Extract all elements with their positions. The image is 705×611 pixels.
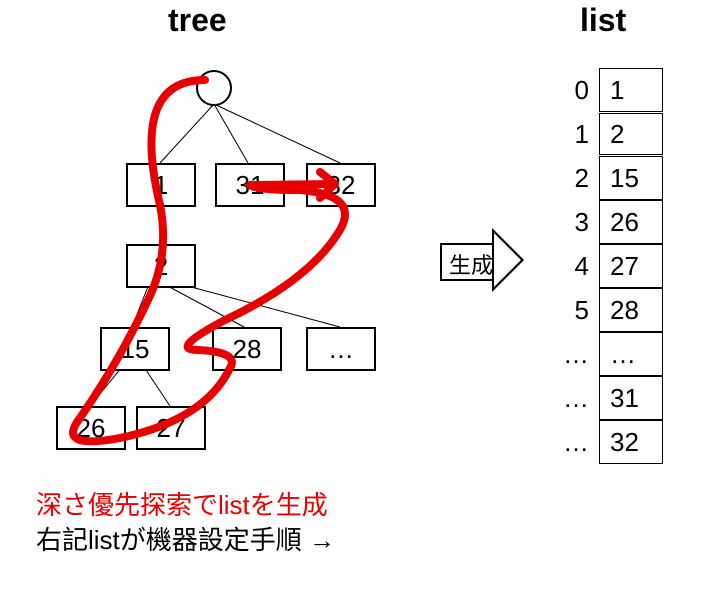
tree-node-1: 1 [126,163,196,207]
tree-node-15: 15 [100,327,170,371]
tree-node-2: 2 [126,244,196,288]
list-row: 326 [545,200,663,244]
tree-node-27: 27 [136,406,206,450]
tree-node-26: 26 [56,406,126,450]
caption-black: 右記listが機器設定手順 → [36,520,335,557]
list-row: 01 [545,68,663,112]
list-row: 215 [545,156,663,200]
list-row: 427 [545,244,663,288]
title-tree: tree [168,2,227,39]
generate-arrow: 生成 [440,230,525,290]
tree-root [196,70,232,106]
output-list: 01 12 215 326 427 528 …… …31 …32 [545,68,663,464]
tree-node-more: … [306,327,376,371]
arrow-label: 生成 [440,248,502,280]
caption-red: 深さ優先探索でlistを生成 [36,485,328,522]
tree-node-32: 32 [306,163,376,207]
tree-node-31: 31 [215,163,285,207]
list-row: 528 [545,288,663,332]
tree-node-28: 28 [212,327,282,371]
list-row: …… [545,332,663,376]
title-list: list [580,2,626,39]
list-row: …31 [545,376,663,420]
list-row: 12 [545,112,663,156]
list-row: …32 [545,420,663,464]
